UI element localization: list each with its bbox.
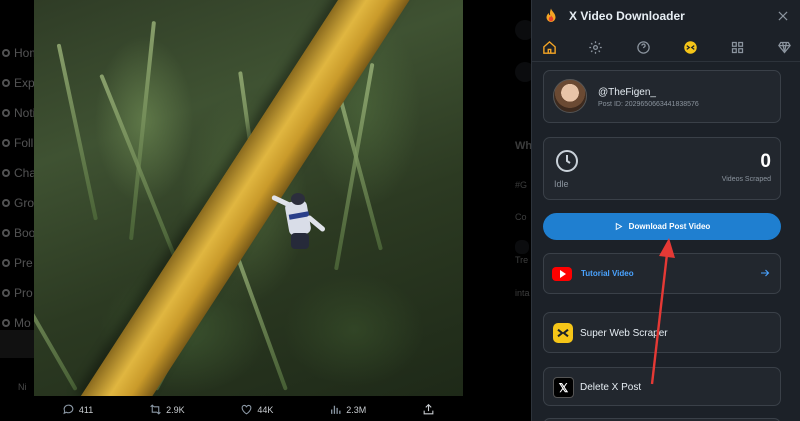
grok-icon <box>2 199 10 207</box>
twitter-right-column: Wh #G Co Tre inta <box>463 0 531 421</box>
scraper-icon <box>553 323 573 343</box>
videos-scraped-count: 0 <box>760 151 771 172</box>
nav-label: Gro <box>14 196 35 210</box>
help-icon <box>636 40 650 54</box>
clock-icon <box>556 150 578 172</box>
panel-title: X Video Downloader <box>569 9 685 23</box>
panel-header: X Video Downloader <box>532 0 800 32</box>
status-text: Idle <box>554 179 569 189</box>
tab-home[interactable] <box>540 38 558 56</box>
stats-card: Idle 0 Videos Scraped <box>543 137 781 200</box>
plant-leaf <box>232 248 288 391</box>
like-button[interactable]: 44K <box>240 403 273 416</box>
scraper-label: Super Web Scraper <box>580 328 668 339</box>
user-handle: @TheFigen_ <box>598 87 656 98</box>
close-icon[interactable] <box>776 9 790 23</box>
trend-item: Co <box>515 212 527 222</box>
premium-diamond-icon <box>777 41 791 53</box>
home-icon <box>2 49 10 57</box>
avatar <box>515 62 531 82</box>
notifications-icon <box>2 109 10 117</box>
nav-label: Noti <box>14 106 36 120</box>
panel-tabs <box>532 32 800 62</box>
reply-icon <box>63 404 74 415</box>
tab-help[interactable] <box>634 38 652 56</box>
nav-label: Pre <box>14 256 33 270</box>
play-icon <box>615 222 623 231</box>
avatar <box>515 20 531 40</box>
reply-count: 411 <box>78 404 94 415</box>
tutorial-label: Tutorial Video <box>581 269 634 278</box>
super-web-scraper-card[interactable]: Super Web Scraper <box>543 312 781 353</box>
trend-heading: Wh <box>515 140 531 152</box>
nav-label: Mo <box>14 316 31 330</box>
post-id: Post ID: 2029650663441838576 <box>598 101 699 108</box>
profile-icon <box>2 289 10 297</box>
tab-settings[interactable] <box>586 38 604 56</box>
home-icon <box>542 40 556 54</box>
nav-label: Cha <box>14 166 37 180</box>
trend-hashtag: #G <box>515 180 528 190</box>
following-icon <box>2 139 10 147</box>
retweet-button[interactable]: 2.9K <box>149 403 185 416</box>
plant-leaf <box>34 250 78 391</box>
videos-scraped-label: Videos Scraped <box>721 176 771 183</box>
video-player[interactable] <box>34 0 463 396</box>
premium-icon <box>2 259 10 267</box>
flame-logo-icon <box>546 8 556 22</box>
retweet-count: 2.9K <box>166 404 185 415</box>
more-icon <box>2 319 10 327</box>
nav-label: Boo <box>14 226 36 240</box>
tab-premium[interactable] <box>775 38 793 56</box>
tab-scraper[interactable] <box>681 38 699 56</box>
x-logo-icon: 𝕏 <box>553 377 574 398</box>
youtube-play-icon <box>560 270 566 278</box>
like-icon <box>242 404 252 415</box>
views-icon <box>331 405 341 414</box>
scraper-icon <box>683 40 697 54</box>
trend-item: inta <box>515 288 530 298</box>
retweet-icon <box>150 404 161 415</box>
explore-icon <box>2 79 10 87</box>
trend-thumb <box>515 240 529 254</box>
tab-apps[interactable] <box>728 38 746 56</box>
bookmarks-icon <box>2 229 10 237</box>
plant-leaf <box>56 43 98 221</box>
nav-label: Pro <box>14 286 33 300</box>
share-icon <box>423 403 434 415</box>
chat-icon <box>2 169 10 177</box>
screen: Hom Expl Noti Foll Cha Gro Boo Pre Pro M… <box>0 0 800 421</box>
delete-x-post-card[interactable]: 𝕏 Delete X Post <box>543 367 781 406</box>
nav-label: Foll <box>14 136 34 150</box>
reply-button[interactable]: 411 <box>62 403 93 416</box>
download-button-label: Download Post Video <box>628 222 711 231</box>
views-count: 2.3M <box>346 404 367 415</box>
arrow-right-icon <box>761 269 770 277</box>
twitter-page: Hom Expl Noti Foll Cha Gro Boo Pre Pro M… <box>0 0 531 421</box>
plant-leaf <box>99 73 178 261</box>
views-button[interactable]: 2.3M <box>329 403 366 416</box>
apps-icon <box>731 41 743 53</box>
download-post-video-button[interactable]: Download Post Video <box>543 213 781 240</box>
trend-item: Tre <box>515 255 529 265</box>
person-in-bushes <box>270 193 327 253</box>
profile-card: @TheFigen_ Post ID: 2029650663441838576 <box>543 70 781 123</box>
tutorial-video-card[interactable]: Tutorial Video <box>543 253 781 294</box>
share-button[interactable] <box>422 403 435 416</box>
x-video-downloader-panel: X Video Downloader @TheFigen_ Post ID: 2… <box>531 0 800 421</box>
avatar <box>553 79 587 113</box>
like-count: 44K <box>257 404 274 415</box>
settings-icon <box>588 40 602 54</box>
tweet-action-bar: 411 2.9K 44K 2.3M <box>34 398 463 421</box>
delete-label: Delete X Post <box>580 382 642 393</box>
